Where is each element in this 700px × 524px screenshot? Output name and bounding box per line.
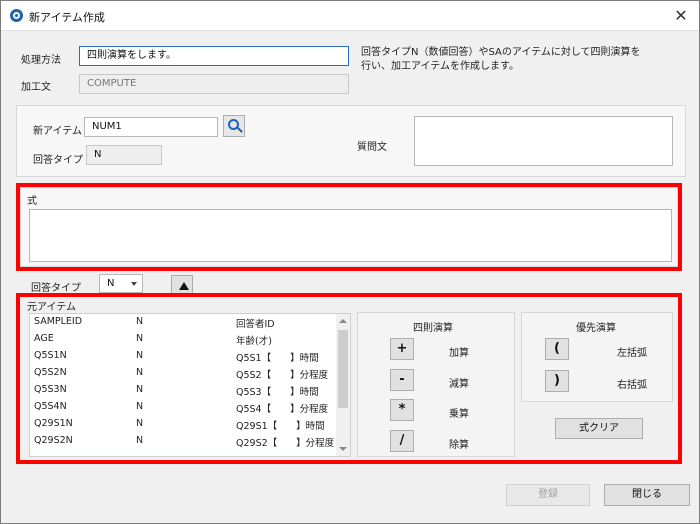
multiply-button[interactable]: * <box>390 399 414 421</box>
new-item-label: 新アイテム <box>33 126 82 137</box>
search-button[interactable] <box>223 115 245 137</box>
source-items-label: 元アイテム <box>27 302 76 313</box>
priority-title: 優先演算 <box>576 323 616 334</box>
description-line-1: 回答タイプN（数値回答）やSAのアイテムに対して四則演算を <box>361 47 641 58</box>
close-window-button[interactable]: ✕ <box>669 5 693 27</box>
answer-type-select-label: 回答タイプ <box>31 283 81 294</box>
subtract-label: 減算 <box>449 379 469 390</box>
dialog-window: 新アイテム作成 ✕ 処理方法 四則演算をします。 回答タイプN（数値回答）やSA… <box>0 0 700 524</box>
source-items-list[interactable]: SAMPLEID N 回答者ID AGE N 年齢(才) Q5S1N N Q5S1【 】時間… <box>29 313 351 457</box>
right-paren-button[interactable]: ) <box>545 370 569 392</box>
list-scrollbar[interactable] <box>336 314 350 456</box>
right-paren-label: 右括弧 <box>617 380 647 391</box>
left-paren-button[interactable]: ( <box>545 338 569 360</box>
process-field[interactable]: 四則演算をします。 <box>79 46 349 66</box>
window-title: 新アイテム作成 <box>29 11 105 24</box>
list-item[interactable]: Q5S1N N Q5S1【 】時間 <box>30 348 336 365</box>
close-button[interactable]: 閉じる <box>604 484 690 506</box>
scroll-thumb[interactable] <box>338 330 348 408</box>
app-icon <box>10 9 23 22</box>
subtract-button[interactable]: - <box>390 369 414 391</box>
list-item[interactable]: Q5S4N N Q5S4【 】分程度 <box>30 399 336 416</box>
new-item-field[interactable]: NUM1 <box>84 117 218 137</box>
scroll-up-icon[interactable] <box>339 319 347 323</box>
list-item[interactable]: Q29S1N N Q29S1【 】時間 <box>30 416 336 433</box>
insert-item-button[interactable] <box>171 275 193 294</box>
process-text-label: 加工文 <box>21 82 51 93</box>
arithmetic-title: 四則演算 <box>413 323 453 334</box>
multiply-label: 乗算 <box>449 409 469 420</box>
register-button[interactable]: 登録 <box>506 484 590 506</box>
formula-label: 式 <box>27 196 37 207</box>
description-line-2: 行い、加工アイテムを作成します。 <box>361 61 519 72</box>
add-label: 加算 <box>449 348 469 359</box>
formula-field[interactable] <box>29 209 672 262</box>
list-item[interactable]: Q29S2N N Q29S2【 】分程度 <box>30 433 336 450</box>
chevron-down-icon <box>131 282 137 286</box>
process-text-field: COMPUTE <box>79 74 349 94</box>
add-button[interactable]: + <box>390 338 414 360</box>
list-item[interactable]: Q5S2N N Q5S2【 】分程度 <box>30 365 336 382</box>
question-field[interactable] <box>414 116 673 166</box>
answer-type-label: 回答タイプ <box>33 155 83 166</box>
title-bar: 新アイテム作成 ✕ <box>1 1 699 31</box>
list-item[interactable]: AGE N 年齢(才) <box>30 331 336 348</box>
divide-button[interactable]: / <box>390 430 414 452</box>
list-item[interactable]: Q5S3N N Q5S3【 】時間 <box>30 382 336 399</box>
answer-type-select[interactable]: N <box>99 274 143 293</box>
triangle-up-icon <box>179 282 189 290</box>
clear-formula-button[interactable]: 式クリア <box>555 418 643 439</box>
process-label: 処理方法 <box>21 55 61 66</box>
divide-label: 除算 <box>449 440 469 451</box>
left-paren-label: 左括弧 <box>617 348 647 359</box>
answer-type-field: N <box>86 145 162 165</box>
scroll-down-icon[interactable] <box>339 447 347 451</box>
question-label: 質問文 <box>357 142 387 153</box>
list-item[interactable]: SAMPLEID N 回答者ID <box>30 314 336 331</box>
